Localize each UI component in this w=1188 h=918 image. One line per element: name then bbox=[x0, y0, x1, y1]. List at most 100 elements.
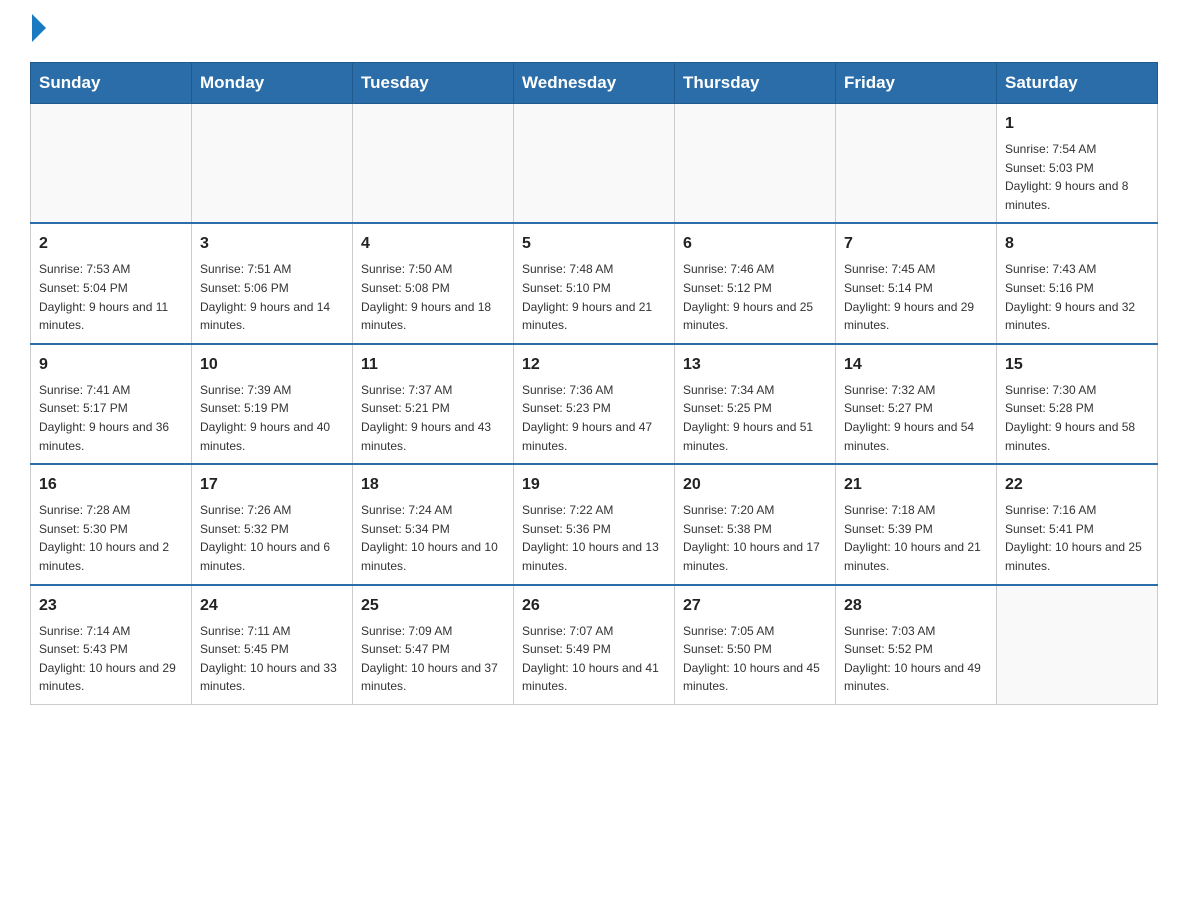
day-number: 25 bbox=[361, 594, 505, 618]
day-of-week-header: Saturday bbox=[997, 63, 1158, 104]
calendar-cell: 3 Sunrise: 7:51 AM Sunset: 5:06 PM Daylig… bbox=[192, 223, 353, 343]
calendar-table: SundayMondayTuesdayWednesdayThursdayFrid… bbox=[30, 62, 1158, 705]
day-of-week-header: Monday bbox=[192, 63, 353, 104]
day-info: Sunrise: 7:50 AM Sunset: 5:08 PM Dayligh… bbox=[361, 260, 505, 334]
day-number: 27 bbox=[683, 594, 827, 618]
day-info: Sunrise: 7:43 AM Sunset: 5:16 PM Dayligh… bbox=[1005, 260, 1149, 334]
day-number: 18 bbox=[361, 473, 505, 497]
day-number: 16 bbox=[39, 473, 183, 497]
page-header bbox=[30, 20, 1158, 42]
logo bbox=[30, 20, 46, 42]
day-number: 23 bbox=[39, 594, 183, 618]
day-number: 13 bbox=[683, 353, 827, 377]
day-info: Sunrise: 7:39 AM Sunset: 5:19 PM Dayligh… bbox=[200, 381, 344, 455]
day-number: 7 bbox=[844, 232, 988, 256]
day-number: 10 bbox=[200, 353, 344, 377]
day-info: Sunrise: 7:41 AM Sunset: 5:17 PM Dayligh… bbox=[39, 381, 183, 455]
day-number: 14 bbox=[844, 353, 988, 377]
calendar-cell bbox=[675, 104, 836, 224]
calendar-cell: 24 Sunrise: 7:11 AM Sunset: 5:45 PM Dayli… bbox=[192, 585, 353, 705]
calendar-cell: 17Sunrise: 7:26 AM Sunset: 5:32 PM Dayli… bbox=[192, 464, 353, 584]
day-info: Sunrise: 7:20 AM Sunset: 5:38 PM Dayligh… bbox=[683, 501, 827, 575]
day-info: Sunrise: 7:34 AM Sunset: 5:25 PM Dayligh… bbox=[683, 381, 827, 455]
calendar-cell: 26 Sunrise: 7:07 AM Sunset: 5:49 PM Dayli… bbox=[514, 585, 675, 705]
day-number: 24 bbox=[200, 594, 344, 618]
day-number: 28 bbox=[844, 594, 988, 618]
calendar-cell: 10 Sunrise: 7:39 AM Sunset: 5:19 PM Dayli… bbox=[192, 344, 353, 464]
calendar-cell: 28 Sunrise: 7:03 AM Sunset: 5:52 PM Dayli… bbox=[836, 585, 997, 705]
day-info: Sunrise: 7:28 AM Sunset: 5:30 PM Dayligh… bbox=[39, 501, 183, 575]
day-info: Sunrise: 7:46 AM Sunset: 5:12 PM Dayligh… bbox=[683, 260, 827, 334]
day-info: Sunrise: 7:53 AM Sunset: 5:04 PM Dayligh… bbox=[39, 260, 183, 334]
week-row: 1 Sunrise: 7:54 AM Sunset: 5:03 PM Daylig… bbox=[31, 104, 1158, 224]
day-number: 12 bbox=[522, 353, 666, 377]
day-info: Sunrise: 7:54 AM Sunset: 5:03 PM Dayligh… bbox=[1005, 140, 1149, 214]
calendar-cell bbox=[192, 104, 353, 224]
day-info: Sunrise: 7:32 AM Sunset: 5:27 PM Dayligh… bbox=[844, 381, 988, 455]
calendar-cell bbox=[836, 104, 997, 224]
day-number: 9 bbox=[39, 353, 183, 377]
day-number: 6 bbox=[683, 232, 827, 256]
calendar-cell: 18 Sunrise: 7:24 AM Sunset: 5:34 PM Dayli… bbox=[353, 464, 514, 584]
day-of-week-header: Friday bbox=[836, 63, 997, 104]
calendar-cell: 15 Sunrise: 7:30 AM Sunset: 5:28 PM Dayli… bbox=[997, 344, 1158, 464]
calendar-cell: 21 Sunrise: 7:18 AM Sunset: 5:39 PM Dayli… bbox=[836, 464, 997, 584]
day-info: Sunrise: 7:36 AM Sunset: 5:23 PM Dayligh… bbox=[522, 381, 666, 455]
calendar-cell: 22 Sunrise: 7:16 AM Sunset: 5:41 PM Dayli… bbox=[997, 464, 1158, 584]
day-info: Sunrise: 7:05 AM Sunset: 5:50 PM Dayligh… bbox=[683, 622, 827, 696]
week-row: 23Sunrise: 7:14 AM Sunset: 5:43 PM Dayli… bbox=[31, 585, 1158, 705]
calendar-cell: 12 Sunrise: 7:36 AM Sunset: 5:23 PM Dayli… bbox=[514, 344, 675, 464]
week-row: 2 Sunrise: 7:53 AM Sunset: 5:04 PM Daylig… bbox=[31, 223, 1158, 343]
day-number: 21 bbox=[844, 473, 988, 497]
calendar-cell bbox=[997, 585, 1158, 705]
calendar-cell: 16 Sunrise: 7:28 AM Sunset: 5:30 PM Dayli… bbox=[31, 464, 192, 584]
day-of-week-header: Tuesday bbox=[353, 63, 514, 104]
day-of-week-header: Sunday bbox=[31, 63, 192, 104]
day-info: Sunrise: 7:45 AM Sunset: 5:14 PM Dayligh… bbox=[844, 260, 988, 334]
day-number: 3 bbox=[200, 232, 344, 256]
calendar-cell bbox=[31, 104, 192, 224]
calendar-cell: 5 Sunrise: 7:48 AM Sunset: 5:10 PM Daylig… bbox=[514, 223, 675, 343]
day-number: 4 bbox=[361, 232, 505, 256]
day-info: Sunrise: 7:37 AM Sunset: 5:21 PM Dayligh… bbox=[361, 381, 505, 455]
day-number: 19 bbox=[522, 473, 666, 497]
day-number: 11 bbox=[361, 353, 505, 377]
calendar-cell: 4 Sunrise: 7:50 AM Sunset: 5:08 PM Daylig… bbox=[353, 223, 514, 343]
day-number: 2 bbox=[39, 232, 183, 256]
calendar-cell: 6 Sunrise: 7:46 AM Sunset: 5:12 PM Daylig… bbox=[675, 223, 836, 343]
calendar-cell bbox=[353, 104, 514, 224]
calendar-cell: 27 Sunrise: 7:05 AM Sunset: 5:50 PM Dayli… bbox=[675, 585, 836, 705]
calendar-cell: 25Sunrise: 7:09 AM Sunset: 5:47 PM Dayli… bbox=[353, 585, 514, 705]
day-number: 22 bbox=[1005, 473, 1149, 497]
week-row: 9 Sunrise: 7:41 AM Sunset: 5:17 PM Daylig… bbox=[31, 344, 1158, 464]
day-number: 8 bbox=[1005, 232, 1149, 256]
day-info: Sunrise: 7:30 AM Sunset: 5:28 PM Dayligh… bbox=[1005, 381, 1149, 455]
day-info: Sunrise: 7:48 AM Sunset: 5:10 PM Dayligh… bbox=[522, 260, 666, 334]
day-number: 26 bbox=[522, 594, 666, 618]
day-number: 5 bbox=[522, 232, 666, 256]
day-info: Sunrise: 7:18 AM Sunset: 5:39 PM Dayligh… bbox=[844, 501, 988, 575]
calendar-cell: 19 Sunrise: 7:22 AM Sunset: 5:36 PM Dayli… bbox=[514, 464, 675, 584]
calendar-cell: 8 Sunrise: 7:43 AM Sunset: 5:16 PM Daylig… bbox=[997, 223, 1158, 343]
day-number: 15 bbox=[1005, 353, 1149, 377]
day-info: Sunrise: 7:11 AM Sunset: 5:45 PM Dayligh… bbox=[200, 622, 344, 696]
calendar-cell: 20 Sunrise: 7:20 AM Sunset: 5:38 PM Dayli… bbox=[675, 464, 836, 584]
calendar-cell: 9 Sunrise: 7:41 AM Sunset: 5:17 PM Daylig… bbox=[31, 344, 192, 464]
day-info: Sunrise: 7:07 AM Sunset: 5:49 PM Dayligh… bbox=[522, 622, 666, 696]
calendar-cell bbox=[514, 104, 675, 224]
day-number: 20 bbox=[683, 473, 827, 497]
day-number: 17 bbox=[200, 473, 344, 497]
day-info: Sunrise: 7:24 AM Sunset: 5:34 PM Dayligh… bbox=[361, 501, 505, 575]
day-header-row: SundayMondayTuesdayWednesdayThursdayFrid… bbox=[31, 63, 1158, 104]
day-of-week-header: Wednesday bbox=[514, 63, 675, 104]
day-info: Sunrise: 7:51 AM Sunset: 5:06 PM Dayligh… bbox=[200, 260, 344, 334]
calendar-cell: 23Sunrise: 7:14 AM Sunset: 5:43 PM Dayli… bbox=[31, 585, 192, 705]
day-number: 1 bbox=[1005, 112, 1149, 136]
calendar-cell: 13 Sunrise: 7:34 AM Sunset: 5:25 PM Dayli… bbox=[675, 344, 836, 464]
calendar-cell: 14 Sunrise: 7:32 AM Sunset: 5:27 PM Dayli… bbox=[836, 344, 997, 464]
calendar-cell: 1 Sunrise: 7:54 AM Sunset: 5:03 PM Daylig… bbox=[997, 104, 1158, 224]
calendar-cell: 7 Sunrise: 7:45 AM Sunset: 5:14 PM Daylig… bbox=[836, 223, 997, 343]
day-info: Sunrise: 7:16 AM Sunset: 5:41 PM Dayligh… bbox=[1005, 501, 1149, 575]
day-info: Sunrise: 7:03 AM Sunset: 5:52 PM Dayligh… bbox=[844, 622, 988, 696]
day-info: Sunrise: 7:22 AM Sunset: 5:36 PM Dayligh… bbox=[522, 501, 666, 575]
